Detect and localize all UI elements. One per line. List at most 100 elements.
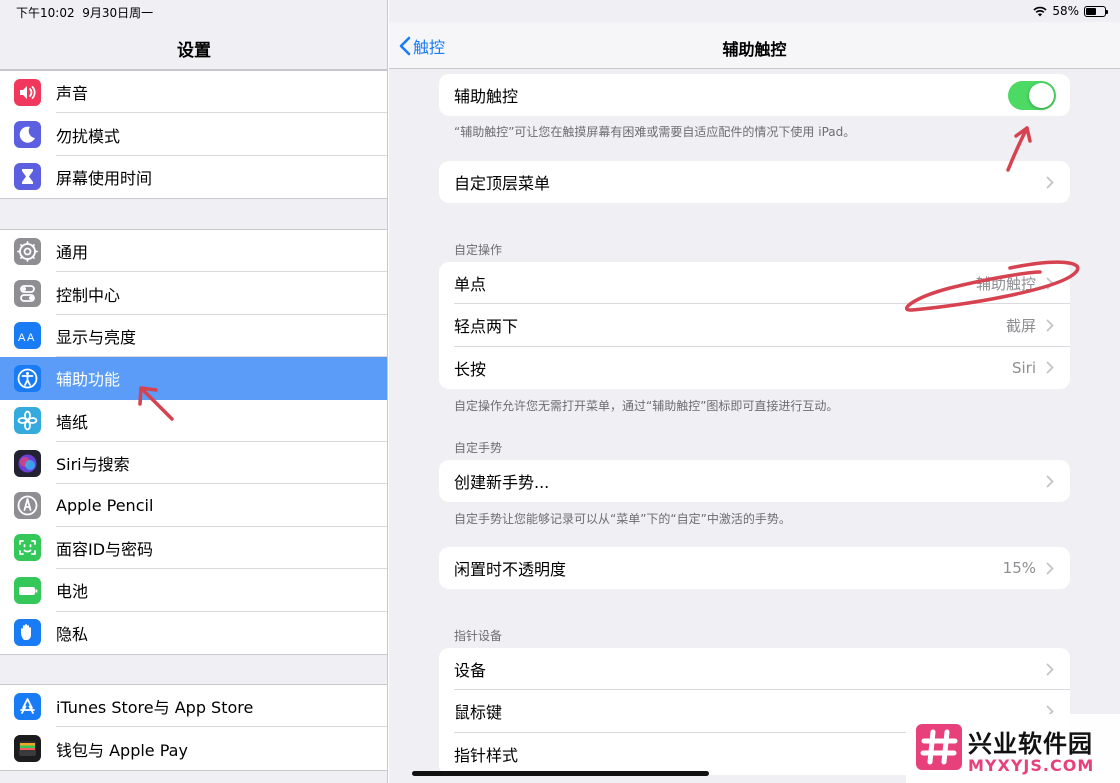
sidebar-item-accessibility[interactable]: 辅助功能: [0, 357, 387, 400]
watermark: 兴业软件园 MYXYJS.COM: [906, 714, 1120, 783]
sidebar-item-label: 声音: [56, 84, 89, 104]
devices-row[interactable]: 设备: [439, 648, 1070, 691]
chevron-right-icon: [1046, 176, 1054, 189]
sidebar-item-general[interactable]: 通用: [0, 230, 387, 273]
sidebar-item-screen-time[interactable]: 屏幕使用时间: [0, 156, 387, 198]
status-date: 9月30日周一: [82, 6, 154, 20]
sidebar-item-privacy[interactable]: 隐私: [0, 612, 387, 654]
create-new-gesture-label: 创建新手势...: [454, 473, 550, 493]
sidebar-item-label: Apple Pencil: [56, 496, 154, 516]
sidebar-item-label: 控制中心: [56, 285, 121, 305]
settings-sidebar: 设置 声音 勿扰模式 屏幕使用时间 通用 控制中心 A A 显示与亮度 辅助功能 墙纸 Siri与…: [0, 0, 388, 783]
sidebar-item-label: 隐私: [56, 624, 89, 644]
watermark-text-cn: 兴业软件园: [968, 730, 1093, 758]
text-size-icon: AA: [14, 322, 41, 350]
sidebar-item-label: iTunes Store与 App Store: [56, 698, 254, 718]
sidebar-item-wallpaper[interactable]: 墙纸: [0, 400, 387, 442]
nav-bar: 触控 辅助触控: [389, 22, 1120, 69]
custom-actions-card: 单点 辅助触控轻点两下 截屏长按 Siri: [439, 262, 1070, 389]
custom-actions-footnote: 自定操作允许您无需打开菜单，通过“辅助触控”图标即可直接进行互动。: [454, 399, 839, 413]
sidebar-item-battery[interactable]: 电池: [0, 569, 387, 612]
sidebar-group-1: 声音勿扰模式屏幕使用时间: [0, 70, 387, 200]
status-indicators: 58%: [1033, 4, 1108, 18]
sidebar-item-label: 屏幕使用时间: [56, 168, 153, 188]
sidebar-item-control-center[interactable]: 控制中心: [0, 272, 387, 315]
chevron-right-icon: [1046, 319, 1054, 332]
pointer-devices-header: 指针设备: [454, 629, 503, 643]
battery-icon: [14, 576, 41, 604]
sidebar-item-label: 墙纸: [56, 412, 89, 432]
sidebar-item-label: 钱包与 Apple Pay: [56, 740, 188, 760]
double-tap-label: 轻点两下: [454, 317, 519, 337]
assistive-touch-toggle[interactable]: [1008, 80, 1056, 110]
sidebar-item-label: 显示与亮度: [56, 327, 137, 347]
hash-logo-icon: [916, 724, 962, 770]
assistive-touch-row: 辅助触控: [439, 74, 1070, 116]
sidebar-item-display-brightness[interactable]: A A 显示与亮度: [0, 315, 387, 358]
double-tap-value: 截屏: [1005, 316, 1036, 335]
long-press-label: 长按: [454, 359, 487, 379]
sidebar-group-2: 通用控制中心 A A 显示与亮度辅助功能墙纸 Siri与搜索 Apple Pencil 面容…: [0, 229, 387, 655]
sidebar-item-label: 辅助功能: [56, 370, 121, 390]
wifi-icon: [1033, 6, 1047, 16]
customize-top-menu-label: 自定顶层菜单: [454, 174, 551, 194]
toggle-knob: [1029, 82, 1054, 108]
sidebar-item-label: Siri与搜索: [56, 455, 130, 475]
sidebar-item-label: 通用: [56, 243, 89, 263]
sidebar-item-face-id-passcode[interactable]: 面容ID与密码: [0, 527, 387, 570]
long-press-value: Siri: [1011, 358, 1036, 377]
home-indicator[interactable]: [412, 771, 709, 776]
long-press-row[interactable]: 长按 Siri: [439, 347, 1070, 389]
idle-opacity-label: 闲置时不透明度: [454, 560, 567, 580]
pointer-style-label: 指针样式: [454, 745, 519, 765]
watermark-text-en: MYXYJS.COM: [968, 756, 1095, 775]
sidebar-item-siri-search[interactable]: Siri与搜索: [0, 442, 387, 485]
sidebar-item-label: 面容ID与密码: [56, 539, 154, 559]
app-store-icon: [14, 692, 41, 720]
siri-icon: [14, 449, 41, 477]
idle-opacity-row[interactable]: 闲置时不透明度 15%: [439, 547, 1070, 589]
single-tap-label: 单点: [454, 275, 487, 295]
idle-opacity-value: 15%: [1002, 559, 1036, 578]
create-new-gesture-row[interactable]: 创建新手势...: [439, 460, 1070, 502]
page-title: 辅助触控: [722, 40, 787, 59]
assistive-touch-label: 辅助触控: [454, 87, 519, 107]
sidebar-group-3: iTunes Store与 App Store 钱包与 Apple Pay: [0, 684, 387, 771]
double-tap-row[interactable]: 轻点两下 截屏: [439, 304, 1070, 347]
chevron-right-icon: [1046, 663, 1054, 676]
svg-text:A: A: [18, 332, 26, 344]
customize-top-menu-row[interactable]: 自定顶层菜单: [439, 161, 1070, 203]
chevron-right-icon: [1046, 277, 1054, 290]
idle-opacity-card: 闲置时不透明度 15%: [439, 547, 1070, 590]
toggles-icon: [14, 280, 41, 308]
sidebar-item-do-not-disturb[interactable]: 勿扰模式: [0, 113, 387, 156]
sidebar-item-label: 电池: [56, 582, 89, 602]
svg-text:A: A: [27, 332, 35, 344]
sidebar-item-sound[interactable]: 声音: [0, 71, 387, 114]
assistive-touch-card: 辅助触控: [439, 74, 1070, 117]
custom-gestures-footnote: 自定手势让您能够记录可以从“菜单”下的“自定”中激活的手势。: [454, 512, 791, 526]
battery-percent: 58%: [1052, 4, 1079, 18]
status-bar: 下午10:02 9月30日周一 58%: [0, 0, 1120, 22]
speaker-icon: [14, 78, 41, 106]
devices-label: 设备: [454, 661, 487, 681]
mouse-keys-label: 鼠标键: [454, 703, 503, 723]
assistive-touch-footnote: “辅助触控”可让您在触摸屏幕有困难或需要自适应配件的情况下使用 iPad。: [454, 125, 856, 139]
flower-icon: [14, 407, 41, 435]
single-tap-row[interactable]: 单点 辅助触控: [439, 262, 1070, 305]
sidebar-item-label: 勿扰模式: [56, 126, 121, 146]
sidebar-item-apple-pencil[interactable]: Apple Pencil: [0, 484, 387, 527]
face-id-icon: [14, 534, 41, 562]
top-menu-card: 自定顶层菜单: [439, 161, 1070, 204]
status-time: 下午10:02 9月30日周一: [16, 6, 154, 20]
custom-gestures-header: 自定手势: [454, 441, 503, 455]
sidebar-item-wallet-apple-pay[interactable]: 钱包与 Apple Pay: [0, 727, 387, 769]
moon-icon: [14, 121, 41, 149]
gear-icon: [14, 237, 41, 265]
custom-gestures-card: 创建新手势...: [439, 460, 1070, 503]
chevron-right-icon: [1046, 562, 1054, 575]
accessibility-icon: [14, 364, 41, 392]
wallet-icon: [14, 735, 41, 763]
hand-icon: [14, 619, 41, 647]
sidebar-item-itunes-app-store[interactable]: iTunes Store与 App Store: [0, 685, 387, 728]
